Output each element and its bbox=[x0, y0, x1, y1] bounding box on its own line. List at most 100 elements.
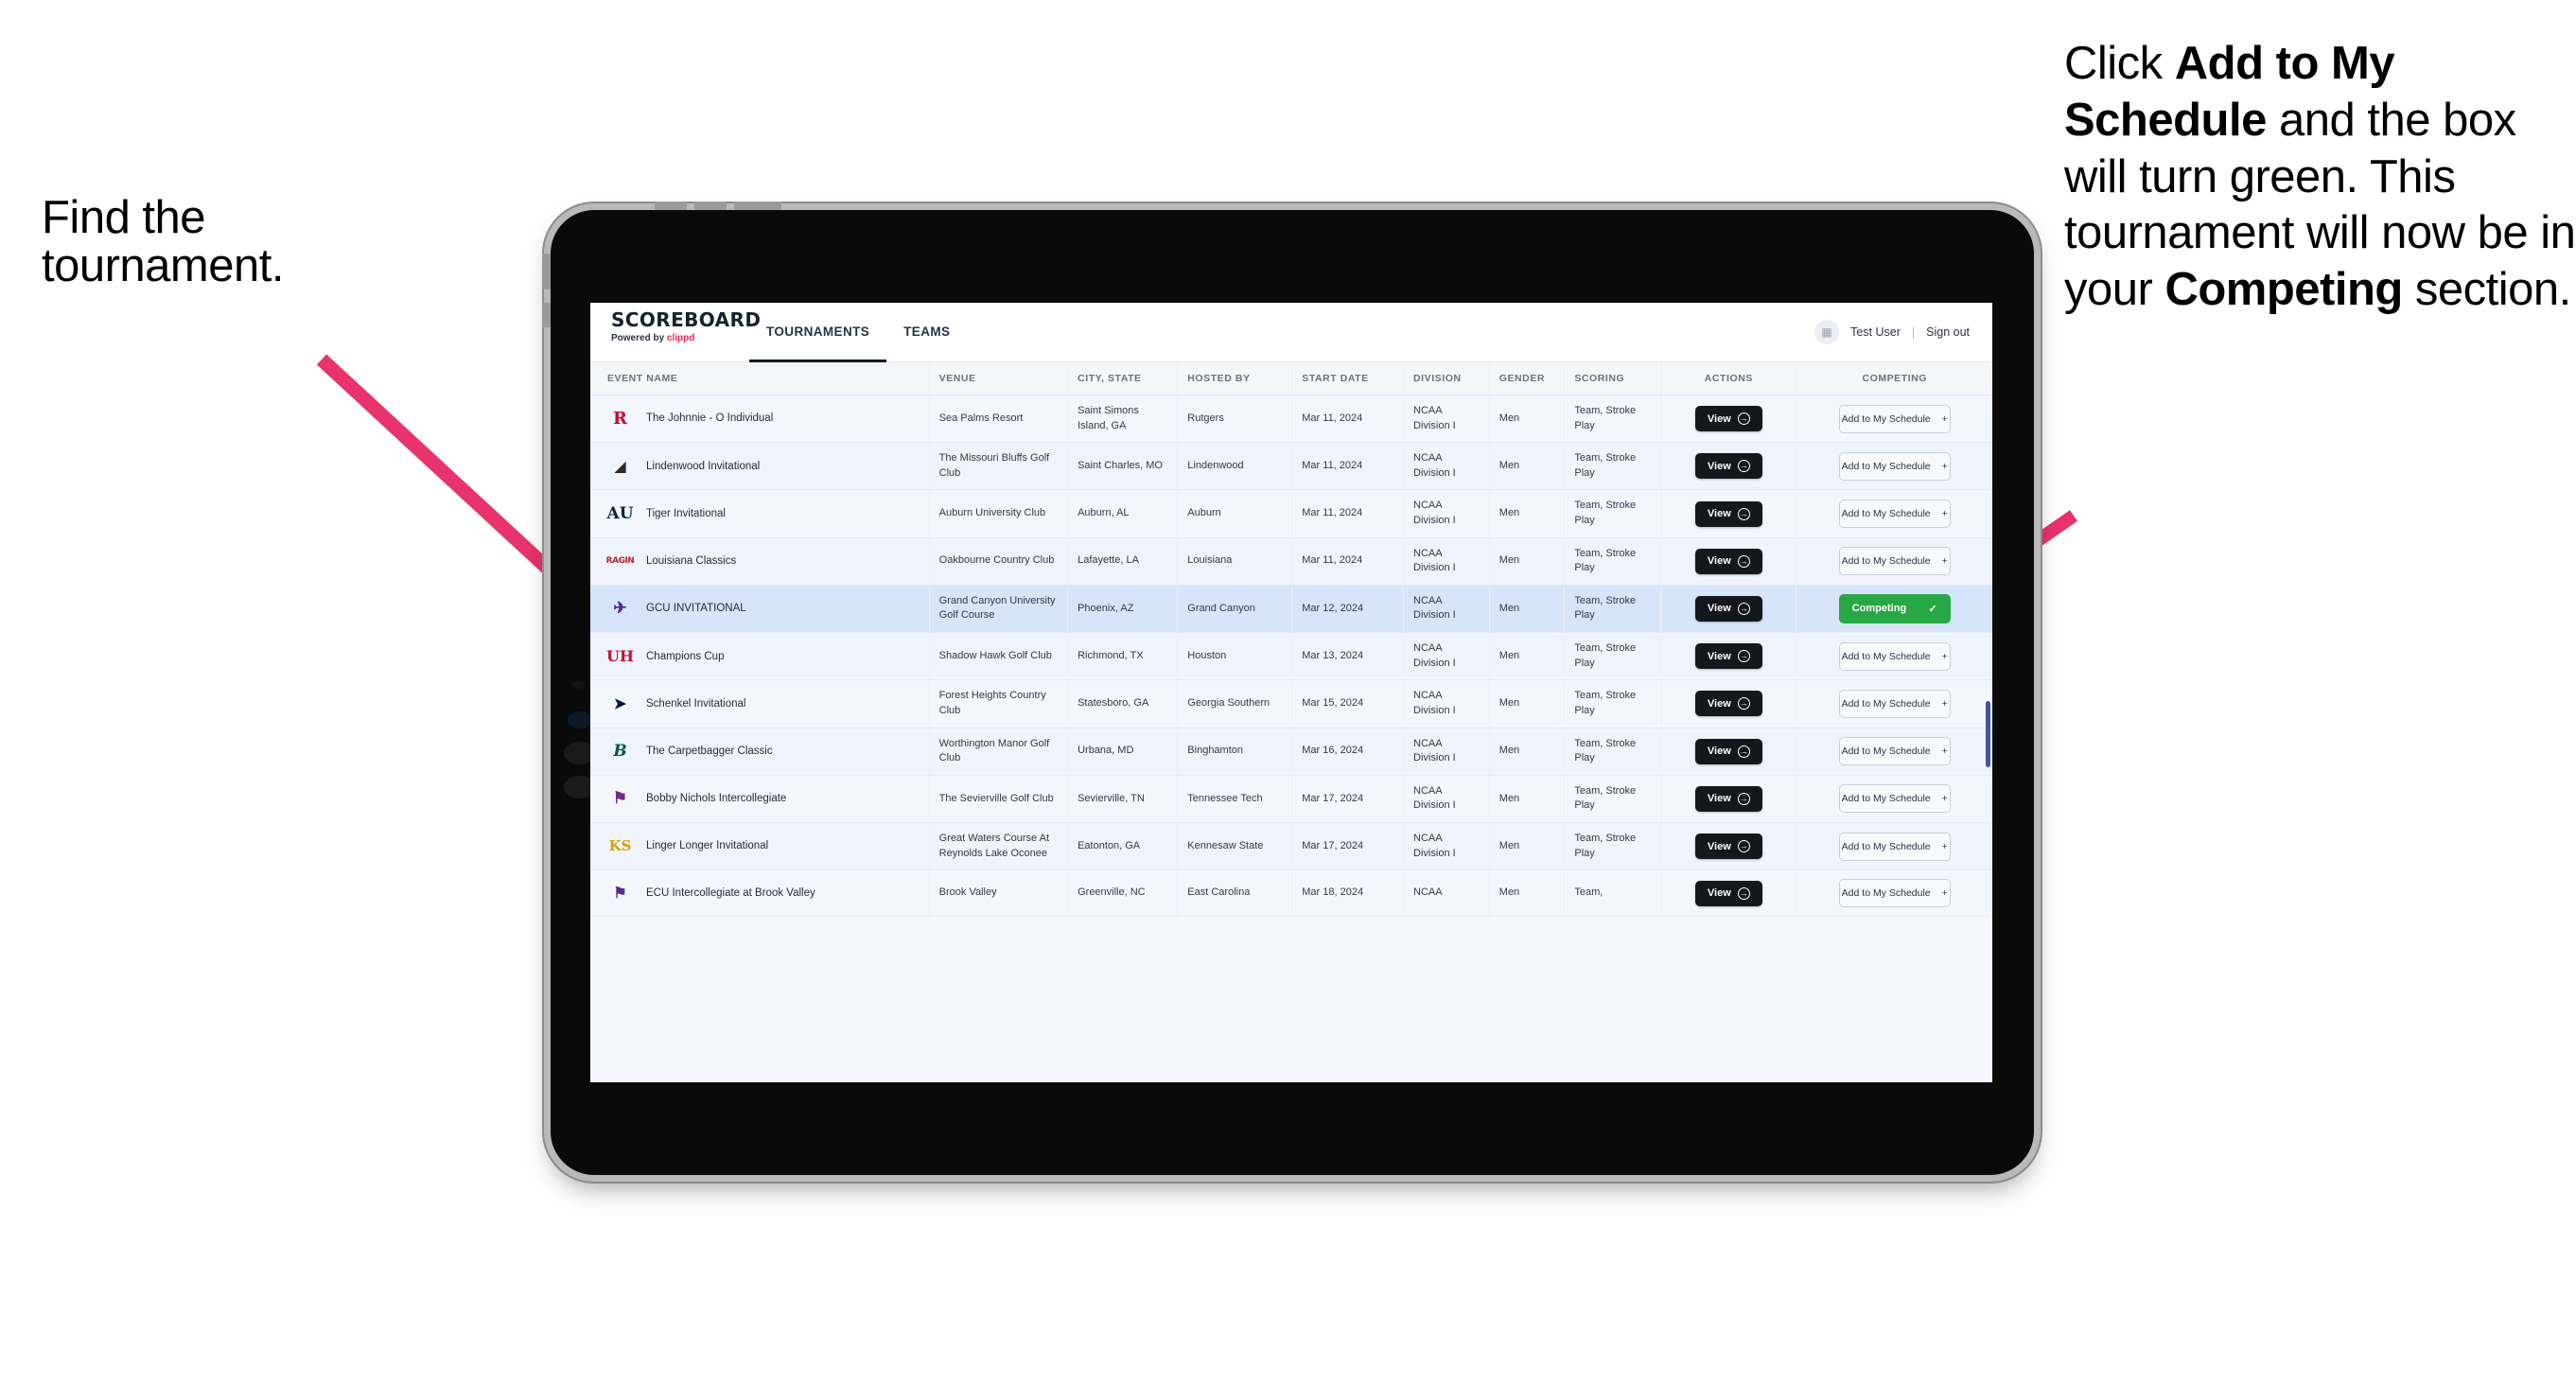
competing-button-label: Competing bbox=[1851, 603, 1907, 615]
view-button[interactable]: View → bbox=[1694, 453, 1762, 480]
view-button[interactable]: View → bbox=[1694, 500, 1762, 527]
cell-venue: Great Waters Course At Reynolds Lake Oco… bbox=[929, 822, 1069, 871]
avatar[interactable]: ▦ bbox=[1814, 320, 1840, 344]
arrow-right-circle-icon: → bbox=[1737, 554, 1750, 568]
cell-gender: Men bbox=[1489, 775, 1566, 823]
cell-venue: Brook Valley bbox=[929, 869, 1069, 918]
view-button[interactable]: View → bbox=[1694, 691, 1762, 717]
cell-actions: View → bbox=[1660, 822, 1797, 871]
event-cell: B The Carpetbagger Classic bbox=[607, 739, 920, 764]
cell-venue: Oakbourne Country Club bbox=[929, 537, 1069, 586]
add-to-my-schedule-button[interactable]: Add to My Schedule + bbox=[1838, 832, 1951, 861]
event-cell: RAGIN Louisiana Classics bbox=[606, 549, 920, 574]
table-row[interactable]: KS Linger Longer Invitational Great Waters… bbox=[590, 822, 1992, 871]
cell-gender: Men bbox=[1489, 679, 1566, 728]
view-button[interactable]: View → bbox=[1694, 643, 1762, 670]
arrow-right-circle-icon: → bbox=[1737, 745, 1750, 758]
competing-button[interactable]: Competing ✓ bbox=[1838, 593, 1951, 623]
cell-scoring: Team, Stroke Play bbox=[1564, 395, 1662, 444]
cell-competing: Competing ✓ bbox=[1796, 585, 1992, 634]
event-name-label: Lindenwood Invitational bbox=[646, 460, 761, 472]
table-row[interactable]: RAGIN Louisiana Classics Oakbourne Country… bbox=[590, 537, 1992, 586]
table-row[interactable]: B The Carpetbagger Classic Worthington Man… bbox=[590, 728, 1992, 776]
table-row[interactable]: R The Johnnie - O Individual Sea Palms Res… bbox=[590, 395, 1992, 444]
cell-actions: View → bbox=[1660, 489, 1797, 538]
table-row[interactable]: AU Tiger Invitational Auburn University Cl… bbox=[590, 489, 1992, 538]
cell-division: NCAA Division I bbox=[1403, 585, 1490, 634]
cell-gender: Men bbox=[1489, 585, 1566, 634]
cell-division: NCAA Division I bbox=[1403, 775, 1490, 823]
cell-actions: View → bbox=[1660, 869, 1797, 918]
view-button[interactable]: View → bbox=[1694, 833, 1762, 860]
add-to-my-schedule-button[interactable]: Add to My Schedule + bbox=[1838, 500, 1951, 529]
col-gender[interactable]: GENDER bbox=[1489, 362, 1566, 395]
add-to-my-schedule-label: Add to My Schedule bbox=[1841, 887, 1931, 900]
col-event-name[interactable]: EVENT NAME bbox=[590, 362, 930, 395]
col-actions: ACTIONS bbox=[1660, 362, 1797, 395]
view-button-label: View bbox=[1707, 412, 1731, 425]
cell-competing: Add to My Schedule + bbox=[1796, 442, 1992, 491]
event-cell: ✈ GCU INVITATIONAL bbox=[607, 596, 920, 622]
table-body: R The Johnnie - O Individual Sea Palms Res… bbox=[590, 395, 1992, 918]
cell-hosted-by: Lindenwood bbox=[1177, 442, 1293, 491]
cell-venue: Grand Canyon University Golf Course bbox=[929, 585, 1069, 634]
cell-scoring: Team, Stroke Play bbox=[1564, 679, 1662, 728]
view-button-label: View bbox=[1707, 650, 1731, 662]
col-scoring[interactable]: SCORING bbox=[1564, 362, 1662, 395]
cell-start-date: Mar 11, 2024 bbox=[1291, 395, 1405, 444]
tournaments-table-container[interactable]: EVENT NAME VENUE CITY, STATE HOSTED BY S… bbox=[590, 362, 1992, 1082]
add-to-my-schedule-button[interactable]: Add to My Schedule + bbox=[1838, 784, 1951, 814]
add-to-my-schedule-button[interactable]: Add to My Schedule + bbox=[1838, 404, 1951, 433]
col-hosted-by[interactable]: HOSTED BY bbox=[1177, 362, 1293, 395]
view-button[interactable]: View → bbox=[1694, 785, 1762, 812]
view-button-label: View bbox=[1707, 508, 1731, 520]
tablet-top-button-1 bbox=[655, 202, 687, 210]
table-row[interactable]: ✈ GCU INVITATIONAL Grand Canyon University… bbox=[590, 585, 1992, 634]
cell-city-state: Saint Charles, MO bbox=[1067, 442, 1179, 491]
view-button[interactable]: View → bbox=[1694, 880, 1762, 906]
tab-tournaments[interactable]: TOURNAMENTS bbox=[749, 303, 887, 362]
tab-teams[interactable]: TEAMS bbox=[886, 303, 967, 362]
cell-event-name: ➤ Schenkel Invitational bbox=[590, 679, 930, 728]
view-button-label: View bbox=[1707, 603, 1731, 615]
view-button[interactable]: View → bbox=[1694, 406, 1762, 432]
brand-logo[interactable]: SCOREBOARD Powered by clippd bbox=[590, 303, 761, 361]
team-logo-icon: B bbox=[613, 741, 627, 761]
plus-icon: + bbox=[1941, 460, 1948, 472]
view-button[interactable]: View → bbox=[1694, 595, 1762, 622]
event-name-label: GCU INVITATIONAL bbox=[646, 603, 746, 615]
cell-start-date: Mar 11, 2024 bbox=[1291, 442, 1405, 491]
tablet-side-button-2 bbox=[542, 303, 551, 327]
cell-venue: The Missouri Bluffs Golf Club bbox=[929, 442, 1069, 491]
col-city-state[interactable]: CITY, STATE bbox=[1067, 362, 1179, 395]
add-to-my-schedule-button[interactable]: Add to My Schedule + bbox=[1838, 641, 1951, 671]
sign-out-link[interactable]: Sign out bbox=[1926, 325, 1970, 339]
cell-hosted-by: Houston bbox=[1177, 632, 1293, 681]
arrow-right-circle-icon: → bbox=[1737, 792, 1750, 805]
annotation-right-part-4: section. bbox=[2402, 264, 2571, 316]
view-button[interactable]: View → bbox=[1694, 548, 1762, 574]
col-start-date[interactable]: START DATE bbox=[1291, 362, 1405, 395]
add-to-my-schedule-button[interactable]: Add to My Schedule + bbox=[1838, 737, 1951, 766]
add-to-my-schedule-label: Add to My Schedule bbox=[1841, 508, 1931, 520]
cell-competing: Add to My Schedule + bbox=[1796, 632, 1992, 681]
table-row[interactable]: UH Champions Cup Shadow Hawk Golf Club Rich… bbox=[590, 632, 1992, 681]
add-to-my-schedule-button[interactable]: Add to My Schedule + bbox=[1838, 879, 1951, 908]
table-row[interactable]: ⚑ ECU Intercollegiate at Brook Valley Broo… bbox=[590, 869, 1992, 918]
team-logo-icon: ◢ bbox=[614, 456, 626, 475]
view-button[interactable]: View → bbox=[1694, 738, 1762, 764]
user-separator: | bbox=[1911, 325, 1916, 339]
add-to-my-schedule-button[interactable]: Add to My Schedule + bbox=[1838, 451, 1951, 481]
col-division[interactable]: DIVISION bbox=[1403, 362, 1490, 395]
plus-icon: + bbox=[1941, 555, 1948, 568]
annotation-right-part-3: Competing bbox=[2164, 264, 2403, 316]
table-row[interactable]: ➤ Schenkel Invitational Forest Heights Cou… bbox=[590, 679, 1992, 728]
vertical-scrollbar-thumb[interactable] bbox=[1986, 701, 1990, 767]
cell-start-date: Mar 12, 2024 bbox=[1291, 585, 1405, 634]
add-to-my-schedule-button[interactable]: Add to My Schedule + bbox=[1838, 547, 1951, 576]
col-venue[interactable]: VENUE bbox=[929, 362, 1069, 395]
table-row[interactable]: ⚑ Bobby Nichols Intercollegiate The Sevier… bbox=[590, 775, 1992, 823]
add-to-my-schedule-button[interactable]: Add to My Schedule + bbox=[1838, 689, 1951, 718]
arrow-right-circle-icon: → bbox=[1737, 886, 1750, 900]
table-row[interactable]: ◢ Lindenwood Invitational The Missouri Blu… bbox=[590, 442, 1992, 491]
